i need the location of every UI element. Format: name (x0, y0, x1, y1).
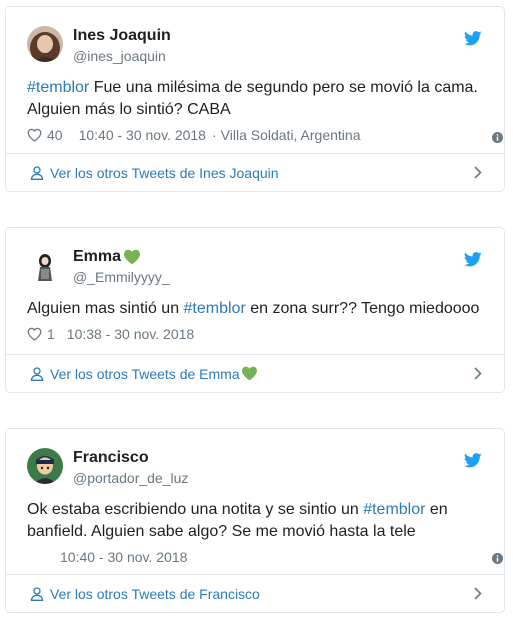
twitter-bird-icon[interactable] (464, 453, 482, 468)
profile-link[interactable]: Ver los otros Tweets de Emma (6, 354, 504, 392)
tweet-text-before: Ok estaba escribiendo una notita y se si… (27, 501, 364, 518)
profile-link-label: Ver los otros Tweets de Emma (50, 365, 240, 382)
like-count: 1 (47, 326, 55, 342)
hashtag-link[interactable]: #temblor (27, 79, 89, 96)
heart-outline-icon (27, 128, 42, 142)
hashtag-link[interactable]: #temblor (363, 501, 425, 518)
profile-link[interactable]: Ver los otros Tweets de Francisco (6, 574, 504, 612)
green-heart-emoji (124, 249, 141, 265)
chevron-right-icon (474, 166, 482, 179)
tweet-text-after: en zona surr?? Tengo miedoooo (245, 300, 480, 317)
green-heart-emoji (241, 366, 257, 381)
display-name[interactable]: Ines Joaquin (73, 27, 171, 45)
tweet-text: Alguien mas sintió un #temblor en zona s… (27, 298, 483, 320)
profile-link-label: Ver los otros Tweets de Ines Joaquin (50, 164, 279, 181)
tweet-card: Emma @_Emmilyyyy_ Alguien mas sintió un … (5, 227, 505, 393)
heart-outline-icon (27, 327, 42, 341)
tweet-header: Emma @_Emmilyyyy_ (27, 228, 483, 294)
person-icon (30, 165, 44, 180)
screen-name[interactable]: @_Emmilyyyy_ (73, 268, 170, 286)
profile-link-label: Ver los otros Tweets de Francisco (50, 585, 260, 602)
display-name[interactable]: Emma (73, 248, 170, 266)
display-name-text: Emma (73, 248, 122, 265)
info-icon[interactable] (492, 553, 503, 564)
info-icon[interactable] (492, 132, 503, 143)
like-button[interactable]: 1 (27, 326, 55, 342)
tweet-body: Ines Joaquin @ines_joaquin #temblor Fue … (6, 7, 504, 145)
meta-separator: · (211, 127, 217, 143)
tweet-location[interactable]: Villa Soldati, Argentina (221, 127, 361, 143)
tweet-timestamp[interactable]: 10:40 - 30 nov. 2018 (60, 549, 187, 565)
tweet-timestamp[interactable]: 10:40 - 30 nov. 2018 (79, 127, 206, 143)
person-icon (30, 586, 44, 601)
tweet-text-before: Alguien mas sintió un (27, 300, 184, 317)
tweet-meta: 1 10:38 - 30 nov. 2018 (27, 324, 483, 344)
author-names[interactable]: Emma @_Emmilyyyy_ (73, 248, 170, 286)
tweet-body: Francisco @portador_de_luz Ok estaba esc… (6, 429, 504, 567)
like-button[interactable]: 40 (27, 127, 63, 143)
avatar[interactable] (27, 448, 63, 484)
display-name[interactable]: Francisco (73, 449, 188, 467)
chevron-right-icon (474, 587, 482, 600)
person-icon (30, 366, 44, 381)
screen-name[interactable]: @ines_joaquin (73, 47, 171, 65)
tweet-header: Francisco @portador_de_luz (27, 429, 483, 495)
tweet-card: Ines Joaquin @ines_joaquin #temblor Fue … (5, 6, 505, 192)
tweet-meta: 40 10:40 - 30 nov. 2018 · Villa Soldati,… (27, 125, 483, 145)
tweet-card: Francisco @portador_de_luz Ok estaba esc… (5, 428, 505, 613)
profile-link[interactable]: Ver los otros Tweets de Ines Joaquin (6, 153, 504, 191)
hashtag-link[interactable]: #temblor (184, 300, 246, 317)
screen-name[interactable]: @portador_de_luz (73, 469, 188, 487)
tweet-timestamp[interactable]: 10:38 - 30 nov. 2018 (67, 326, 194, 342)
tweet-text: Ok estaba escribiendo una notita y se si… (27, 499, 483, 543)
tweet-body: Emma @_Emmilyyyy_ Alguien mas sintió un … (6, 228, 504, 344)
avatar[interactable] (27, 247, 63, 283)
tweet-text-rest: Fue una milésima de segundo pero se movi… (27, 79, 478, 118)
like-count: 40 (47, 127, 63, 143)
author-names[interactable]: Ines Joaquin @ines_joaquin (73, 27, 171, 65)
author-names[interactable]: Francisco @portador_de_luz (73, 449, 188, 487)
tweet-meta: 10:40 - 30 nov. 2018 (27, 547, 483, 567)
avatar[interactable] (27, 26, 63, 62)
twitter-bird-icon[interactable] (464, 252, 482, 267)
twitter-bird-icon[interactable] (464, 31, 482, 46)
tweet-header: Ines Joaquin @ines_joaquin (27, 7, 483, 73)
tweet-text: #temblor Fue una milésima de segundo per… (27, 77, 483, 121)
chevron-right-icon (474, 367, 482, 380)
